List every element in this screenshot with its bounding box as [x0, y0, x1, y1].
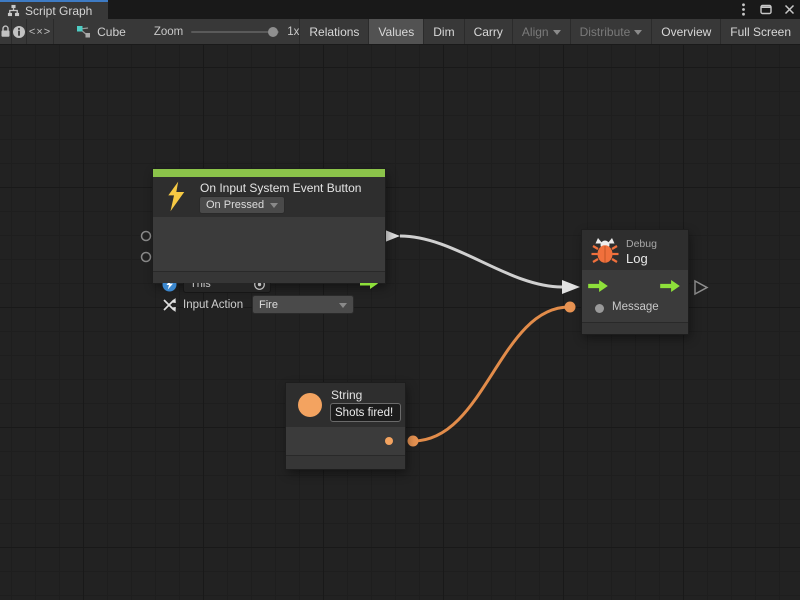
zoom-slider-knob[interactable]: [268, 27, 278, 37]
orange-circle-icon: [298, 393, 322, 417]
zoom-label: Zoom: [154, 26, 183, 38]
string-output-port-dot[interactable]: [385, 437, 393, 445]
zoom-slider[interactable]: [191, 31, 279, 33]
lightning-bolt-icon: [165, 181, 187, 213]
title-bar: Script Graph: [0, 0, 800, 19]
fullscreen-button[interactable]: Full Screen: [721, 19, 800, 44]
flow-wire-dest-arrow: [562, 280, 580, 294]
graph-breadcrumb[interactable]: Cube: [76, 25, 126, 39]
string-node-title: String: [331, 388, 362, 402]
this-input-port[interactable]: [142, 232, 151, 241]
graph-toolbar: <×> Cube Zoom 1x Relations Values: [0, 19, 800, 45]
flow-wire-source-arrow: [385, 230, 400, 242]
event-node-header: On Input System Event Button On Pressed: [153, 177, 385, 217]
chevron-down-icon: [339, 303, 347, 308]
values-button[interactable]: Values: [369, 19, 424, 44]
carry-button[interactable]: Carry: [465, 19, 513, 44]
event-node-body: This Input Action: [153, 217, 385, 271]
value-wire-source-dot: [408, 436, 419, 447]
zoom-control: Zoom 1x: [154, 26, 300, 38]
event-type-dropdown[interactable]: On Pressed: [200, 197, 284, 213]
string-node-header: String Shots fired!: [286, 383, 405, 427]
input-action-dropdown[interactable]: Fire: [253, 296, 353, 313]
tab-script-graph[interactable]: Script Graph: [0, 0, 108, 19]
debug-node-header: Debug Log: [582, 230, 688, 270]
flow-output-arrow-icon[interactable]: [660, 280, 680, 292]
zoom-value: 1x: [287, 26, 299, 38]
overview-button[interactable]: Overview: [652, 19, 721, 44]
graph-asset-icon: [76, 25, 91, 39]
connection-flow-wire[interactable]: [400, 236, 562, 287]
lock-icon: [0, 25, 11, 38]
close-icon[interactable]: [782, 2, 796, 18]
message-port-dot[interactable]: [595, 304, 604, 313]
debug-node-body: Message: [582, 270, 688, 322]
connection-value-wire[interactable]: [413, 307, 569, 441]
debug-node-footer: [582, 322, 688, 334]
info-icon: [12, 25, 26, 39]
event-node-footer: [153, 271, 385, 283]
kebab-menu-icon[interactable]: [736, 2, 750, 18]
debug-flow-output-port[interactable]: [695, 281, 707, 294]
distribute-button[interactable]: Distribute: [571, 19, 653, 44]
event-accent-bar: [153, 169, 385, 177]
maximize-icon[interactable]: [759, 2, 773, 18]
chevron-down-icon: [553, 30, 561, 35]
chevron-down-icon: [634, 30, 642, 35]
chevron-down-icon: [270, 203, 278, 208]
flow-input-arrow-icon[interactable]: [588, 280, 608, 292]
string-node-body: [286, 427, 405, 455]
code-view-button[interactable]: <×>: [27, 19, 54, 44]
bug-icon: [590, 236, 620, 266]
tab-title: Script Graph: [25, 4, 92, 18]
toolbar-graph-section: Cube Zoom 1x: [54, 19, 300, 44]
input-action-input-port[interactable]: [142, 253, 151, 262]
debug-node-title: Log: [626, 251, 648, 266]
node-debug-log[interactable]: Debug Log Message: [582, 230, 688, 334]
node-on-input-system-event-button[interactable]: On Input System Event Button On Pressed …: [153, 169, 385, 283]
align-button[interactable]: Align: [513, 19, 571, 44]
lock-button[interactable]: [0, 19, 12, 44]
graph-tab-icon: [7, 4, 20, 17]
string-node-footer: [286, 455, 405, 469]
input-action-label: Input Action: [183, 299, 243, 311]
graph-name: Cube: [97, 25, 126, 39]
script-graph-window: Script Graph: [0, 0, 800, 600]
code-view-icon: <×>: [29, 26, 51, 38]
window-controls: [736, 0, 796, 19]
node-string-literal[interactable]: String Shots fired!: [286, 383, 405, 469]
string-value-field[interactable]: Shots fired!: [330, 403, 401, 422]
graph-canvas[interactable]: On Input System Event Button On Pressed …: [0, 45, 800, 600]
dim-button[interactable]: Dim: [424, 19, 464, 44]
relations-button[interactable]: Relations: [300, 19, 369, 44]
message-port-label: Message: [612, 301, 659, 313]
info-button[interactable]: [12, 19, 27, 44]
value-wire-dest-dot: [565, 302, 576, 313]
input-action-icon: [162, 297, 178, 313]
event-node-title: On Input System Event Button: [200, 181, 361, 195]
debug-node-category: Debug: [626, 238, 657, 250]
